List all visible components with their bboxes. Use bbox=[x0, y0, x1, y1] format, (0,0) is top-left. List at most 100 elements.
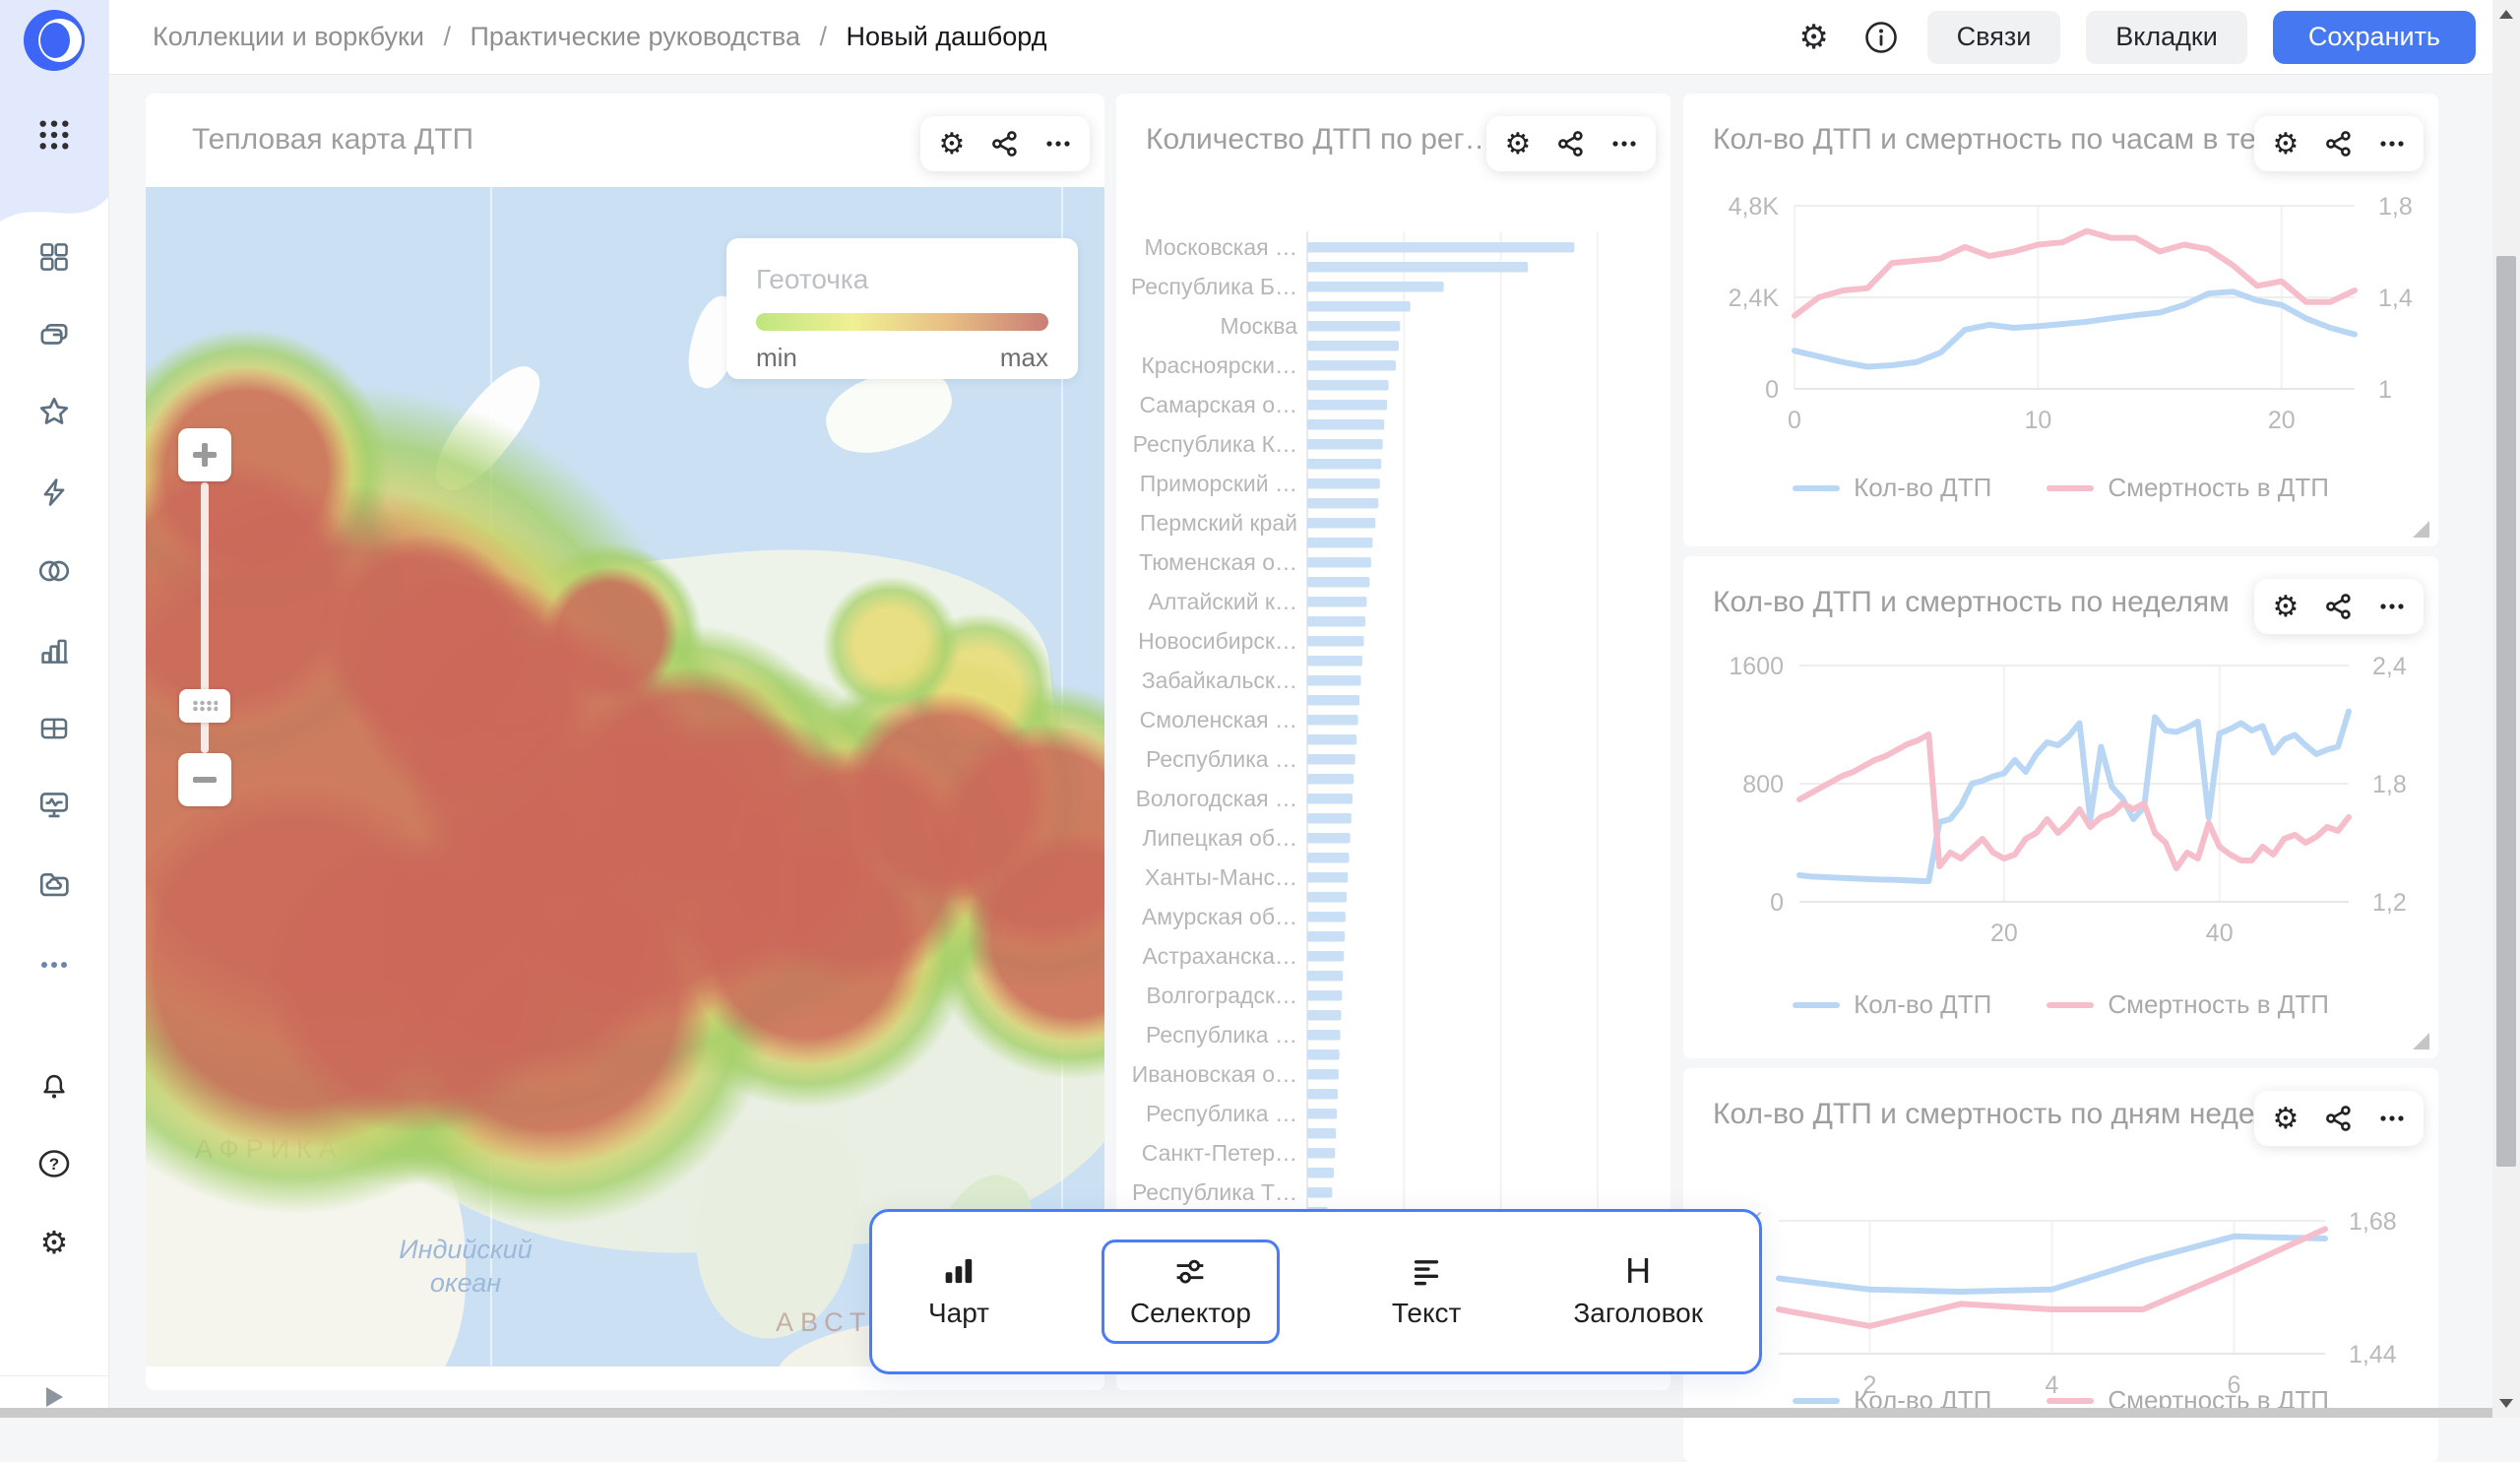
resize-handle[interactable] bbox=[2413, 521, 2429, 538]
widget-regions-bar-chart: ⚙ Количество ДТП по регионам Московская … bbox=[1116, 94, 1670, 1390]
widget-days-line-chart: ⚙ Кол-во ДТП и смертность по дням недели… bbox=[1683, 1068, 2438, 1462]
add-element-toolbar: Чарт Селектор Текст H Заголовок bbox=[869, 1209, 1762, 1374]
svg-text:0: 0 bbox=[1770, 889, 1784, 917]
svg-text:Республика Т…: Республика Т… bbox=[1132, 1179, 1297, 1205]
toolbar-item-heading[interactable]: H Заголовок bbox=[1573, 1254, 1703, 1329]
svg-text:2,4: 2,4 bbox=[2372, 655, 2407, 680]
svg-text:Республика …: Республика … bbox=[1146, 1022, 1297, 1048]
sidebar-item-monitoring[interactable] bbox=[0, 784, 108, 827]
svg-text:Республика Б…: Республика Б… bbox=[1131, 274, 1297, 299]
zoom-drag-handle[interactable] bbox=[179, 689, 230, 723]
widget-relations-icon[interactable] bbox=[2322, 590, 2356, 623]
hours-line-chart[interactable]: 010204,8K2,4K01,81,41 bbox=[1703, 192, 2431, 448]
tabs-button[interactable]: Вкладки bbox=[2086, 11, 2247, 64]
sidebar-item-datasets[interactable] bbox=[0, 549, 108, 593]
sidebar-item-dashboards[interactable] bbox=[0, 235, 108, 279]
settings-icon[interactable]: ⚙ bbox=[1794, 17, 1835, 58]
svg-text:1,4: 1,4 bbox=[2378, 285, 2413, 312]
widget-settings-icon[interactable]: ⚙ bbox=[935, 127, 969, 160]
weeks-line-chart[interactable]: 2040160080002,41,81,2 bbox=[1703, 655, 2431, 950]
notifications-icon[interactable] bbox=[0, 1065, 108, 1109]
widget-actions-pill: ⚙ bbox=[2254, 116, 2424, 171]
svg-text:Красноярски…: Красноярски… bbox=[1141, 352, 1297, 378]
sidebar-item-tables[interactable] bbox=[0, 707, 108, 750]
datalens-logo[interactable] bbox=[0, 8, 108, 73]
scroll-down-arrow[interactable] bbox=[2499, 1399, 2513, 1408]
breadcrumb-collections[interactable]: Коллекции и воркбуки bbox=[153, 22, 424, 51]
widget-title: Кол-во ДТП и смертность по дням недели bbox=[1713, 1098, 2256, 1131]
regions-bar-chart[interactable]: Московская … Республика Б… Москва Красноярс… bbox=[1128, 231, 1660, 1226]
svg-text:Забайкальск…: Забайкальск… bbox=[1142, 667, 1297, 693]
info-icon[interactable] bbox=[1860, 17, 1902, 58]
toolbar-item-chart[interactable]: Чарт bbox=[928, 1254, 989, 1329]
widget-more-icon[interactable] bbox=[1041, 127, 1075, 160]
sidebar-item-workbooks[interactable] bbox=[0, 313, 108, 356]
svg-text:Ханты-Манс…: Ханты-Манс… bbox=[1145, 864, 1297, 890]
widget-title: Тепловая карта ДТП bbox=[192, 123, 939, 157]
toolbar-item-selector-selected[interactable]: Селектор bbox=[1102, 1240, 1280, 1344]
vertical-scrollbar[interactable] bbox=[2492, 0, 2520, 1418]
breadcrumb-guides[interactable]: Практические руководства bbox=[471, 22, 800, 51]
svg-text:Липецкая об…: Липецкая об… bbox=[1142, 825, 1297, 851]
widget-more-icon[interactable] bbox=[1607, 127, 1641, 160]
widget-settings-icon[interactable]: ⚙ bbox=[2269, 590, 2302, 623]
widget-more-icon[interactable] bbox=[2375, 590, 2409, 623]
widget-relations-icon[interactable] bbox=[2322, 1102, 2356, 1135]
svg-text:Пермский край: Пермский край bbox=[1140, 510, 1297, 536]
widget-actions-pill: ⚙ bbox=[920, 116, 1090, 171]
legend-item[interactable]: Кол-во ДТП bbox=[1793, 989, 1991, 1020]
toolbar-item-text[interactable]: Текст bbox=[1392, 1254, 1462, 1329]
widget-relations-icon[interactable] bbox=[2322, 127, 2356, 160]
days-line-chart[interactable]: 2467K1,681,44 bbox=[1703, 1167, 2431, 1403]
svg-text:Тюменская о…: Тюменская о… bbox=[1139, 549, 1297, 575]
sidebar-item-charts[interactable] bbox=[0, 628, 108, 671]
save-button[interactable]: Сохранить bbox=[2273, 11, 2476, 64]
scrollbar-thumb[interactable] bbox=[2496, 256, 2516, 1167]
svg-text:Новосибирск…: Новосибирск… bbox=[1138, 628, 1297, 654]
svg-text:Приморский …: Приморский … bbox=[1140, 471, 1297, 496]
header: Коллекции и воркбуки / Практические руко… bbox=[108, 0, 2520, 75]
widget-more-icon[interactable] bbox=[2375, 127, 2409, 160]
svg-text:Москва: Москва bbox=[1220, 313, 1297, 339]
sidebar-item-quick-charts[interactable] bbox=[0, 471, 108, 514]
widget-heatmap: ⚙ Тепловая карта ДТП ЕВРОПА АЗИЯ АФРИКА … bbox=[146, 94, 1104, 1390]
sidebar-item-favorites[interactable] bbox=[0, 390, 108, 433]
svg-text:Алтайский к…: Алтайский к… bbox=[1149, 589, 1297, 614]
sidebar-item-cloud-storage[interactable] bbox=[0, 862, 108, 906]
legend-item[interactable]: Кол-во ДТП bbox=[1793, 473, 1991, 503]
svg-text:20: 20 bbox=[2268, 407, 2296, 434]
zoom-out-button[interactable] bbox=[178, 753, 231, 806]
scroll-up-arrow[interactable] bbox=[2499, 10, 2513, 19]
widget-title: Количество ДТП по регионам bbox=[1146, 123, 1500, 157]
legend-item[interactable]: Смертность в ДТП bbox=[2047, 989, 2329, 1020]
sidebar-item-more[interactable] bbox=[0, 943, 108, 986]
svg-text:Республика …: Республика … bbox=[1146, 746, 1297, 772]
widget-weeks-line-chart: ⚙ Кол-во ДТП и смертность по неделям 204… bbox=[1683, 556, 2438, 1058]
widget-more-icon[interactable] bbox=[2375, 1102, 2409, 1135]
svg-text:40: 40 bbox=[2206, 920, 2234, 947]
legend-item[interactable]: Смертность в ДТП bbox=[2047, 473, 2329, 503]
widget-relations-icon[interactable] bbox=[988, 127, 1022, 160]
widget-settings-icon[interactable]: ⚙ bbox=[1501, 127, 1535, 160]
svg-text:Республика К…: Республика К… bbox=[1133, 431, 1297, 457]
svg-text:1,8: 1,8 bbox=[2372, 771, 2407, 798]
widget-relations-icon[interactable] bbox=[1554, 127, 1588, 160]
svg-text:0: 0 bbox=[1788, 407, 1801, 434]
svg-text:20: 20 bbox=[1990, 920, 2018, 947]
apps-grid-icon[interactable] bbox=[0, 113, 108, 157]
widget-settings-icon[interactable]: ⚙ bbox=[2269, 127, 2302, 160]
svg-text:Московская …: Московская … bbox=[1145, 234, 1298, 260]
svg-text:800: 800 bbox=[1742, 771, 1784, 798]
settings-icon[interactable]: ⚙ bbox=[0, 1221, 108, 1264]
relations-button[interactable]: Связи bbox=[1927, 11, 2061, 64]
chart-icon bbox=[942, 1254, 976, 1288]
selector-icon bbox=[1173, 1254, 1207, 1288]
zoom-in-button[interactable] bbox=[178, 428, 231, 481]
breadcrumb-separator: / bbox=[820, 22, 828, 51]
help-icon[interactable]: ? bbox=[0, 1142, 108, 1185]
svg-text:Амурская об…: Амурская об… bbox=[1142, 904, 1297, 929]
resize-handle[interactable] bbox=[2413, 1033, 2429, 1049]
widget-actions-pill: ⚙ bbox=[2254, 1091, 2424, 1146]
widget-settings-icon[interactable]: ⚙ bbox=[2269, 1102, 2302, 1135]
heatmap-canvas[interactable]: ЕВРОПА АЗИЯ АФРИКА АВСТРАЛИЯ Индийский о… bbox=[146, 187, 1104, 1367]
